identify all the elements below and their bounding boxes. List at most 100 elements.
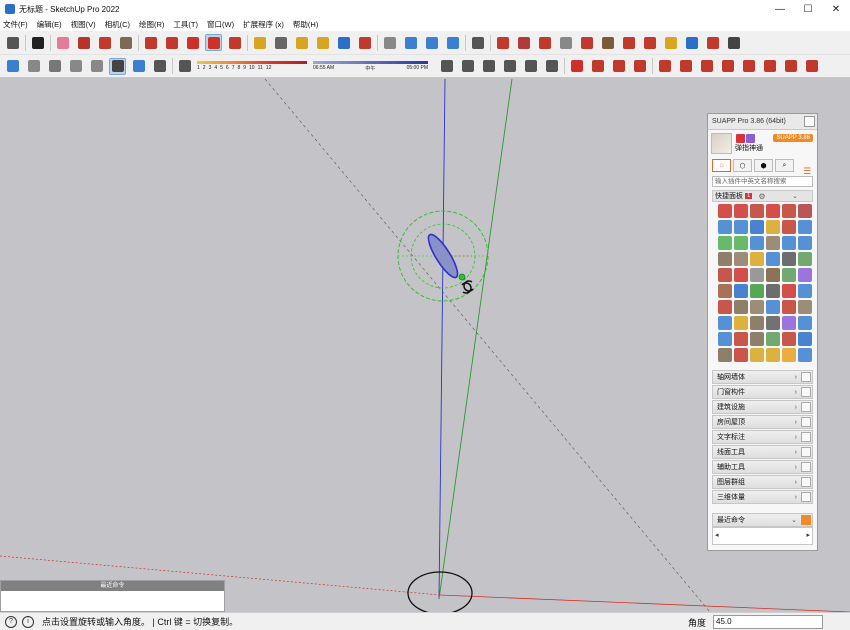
move-icon[interactable]	[184, 34, 201, 51]
chevron-right-icon[interactable]: ›	[795, 389, 797, 396]
menu-tools[interactable]: 工具(T)	[173, 19, 198, 30]
quick-tool-icon[interactable]	[718, 236, 732, 250]
category-pin-icon[interactable]	[801, 477, 811, 487]
plugin-search-input[interactable]: 输入插件中英文名称搜索	[712, 176, 813, 187]
chain-icon[interactable]	[656, 58, 673, 75]
magnet-icon[interactable]	[677, 58, 694, 75]
quick-tool-icon[interactable]	[798, 236, 812, 250]
rotate-icon[interactable]	[205, 34, 222, 51]
menu-view[interactable]: 视图(V)	[71, 19, 96, 30]
quick-tool-icon[interactable]	[734, 236, 748, 250]
quick-tool-icon[interactable]	[718, 268, 732, 282]
drape-icon[interactable]	[444, 34, 461, 51]
quick-tool-icon[interactable]	[798, 284, 812, 298]
quick-tool-icon[interactable]	[766, 252, 780, 266]
quick-tool-icon[interactable]	[750, 300, 764, 314]
category-item[interactable]: 辅助工具 ›	[712, 460, 813, 474]
eraser-icon[interactable]	[54, 34, 71, 51]
quick-tool-icon[interactable]	[750, 252, 764, 266]
quick-tool-icon[interactable]	[798, 348, 812, 362]
category-pin-icon[interactable]	[801, 432, 811, 442]
quick-tool-icon[interactable]	[718, 316, 732, 330]
pencil-icon[interactable]	[75, 34, 92, 51]
quick-panel-header[interactable]: 快捷面板 1 ⚙ ⌄	[712, 190, 813, 202]
plugin-f-icon[interactable]	[803, 58, 820, 75]
category-item[interactable]: 轴网墙体 ›	[712, 370, 813, 384]
measurements-input[interactable]: 45.0	[713, 615, 823, 629]
recent-commands-header[interactable]: 最近命令 ⌄	[712, 513, 813, 527]
category-item[interactable]: 文字标注 ›	[712, 430, 813, 444]
scroll-left-icon[interactable]: ◂	[715, 531, 719, 539]
chevron-right-icon[interactable]: ›	[795, 479, 797, 486]
category-pin-icon[interactable]	[801, 387, 811, 397]
monochrome-icon[interactable]	[130, 58, 147, 75]
left-view-icon[interactable]	[543, 58, 560, 75]
category-item[interactable]: 线面工具 ›	[712, 445, 813, 459]
menu-window[interactable]: 窗口(W)	[207, 19, 234, 30]
quick-tool-icon[interactable]	[766, 300, 780, 314]
plugin-b-icon[interactable]	[719, 58, 736, 75]
quick-tool-icon[interactable]	[782, 332, 796, 346]
category-pin-icon[interactable]	[801, 417, 811, 427]
back-edges-icon[interactable]	[25, 58, 42, 75]
text-icon[interactable]	[272, 34, 289, 51]
quick-tool-icon[interactable]	[734, 268, 748, 282]
quick-tool-icon[interactable]	[798, 204, 812, 218]
category-item[interactable]: 房间屋顶 ›	[712, 415, 813, 429]
push-pull-icon[interactable]	[142, 34, 159, 51]
wireframe-icon[interactable]	[46, 58, 63, 75]
plugin-d-icon[interactable]	[761, 58, 778, 75]
chevron-down-icon[interactable]: ⌄	[791, 516, 797, 524]
category-pin-icon[interactable]	[801, 447, 811, 457]
quick-tool-icon[interactable]	[718, 284, 732, 298]
zoom-extents-icon[interactable]	[356, 34, 373, 51]
close-button[interactable]: ✕	[822, 0, 850, 18]
quick-tool-icon[interactable]	[782, 220, 796, 234]
walk-icon[interactable]	[725, 34, 742, 51]
category-pin-icon[interactable]	[801, 372, 811, 382]
recent-expand-icon[interactable]	[801, 515, 811, 525]
list-icon[interactable]: ☰	[803, 166, 813, 176]
quick-tool-icon[interactable]	[734, 204, 748, 218]
quick-tool-icon[interactable]	[766, 204, 780, 218]
maximize-button[interactable]: ☐	[794, 0, 822, 18]
shadow-time-slider[interactable]: 06:55 AM 中午 05:00 PM	[313, 60, 428, 72]
sandbox-icon[interactable]	[381, 34, 398, 51]
cube-icon[interactable]	[589, 58, 606, 75]
quick-tool-icon[interactable]	[766, 236, 780, 250]
quick-tool-icon[interactable]	[798, 220, 812, 234]
recent-commands-list[interactable]: ◂ ▸	[712, 527, 813, 545]
quick-tool-icon[interactable]	[750, 316, 764, 330]
warehouse-icon[interactable]	[494, 34, 511, 51]
menu-draw[interactable]: 绘图(R)	[139, 19, 164, 30]
user-icon[interactable]	[469, 34, 486, 51]
arc-icon[interactable]	[96, 34, 113, 51]
scroll-right-icon[interactable]: ▸	[806, 531, 810, 539]
quick-tool-icon[interactable]	[798, 252, 812, 266]
tape-measure-icon[interactable]	[251, 34, 268, 51]
shadow-month-scale[interactable]: 1 2 3 4 5 6 7 8 9 10 11 12	[197, 61, 307, 71]
vip-badge-icon[interactable]	[746, 134, 755, 143]
back-view-icon[interactable]	[522, 58, 539, 75]
quick-tool-icon[interactable]	[718, 204, 732, 218]
chevron-right-icon[interactable]: ›	[795, 374, 797, 381]
quick-tool-icon[interactable]	[734, 348, 748, 362]
quick-tool-icon[interactable]	[734, 300, 748, 314]
quick-tool-icon[interactable]	[782, 268, 796, 282]
zoom-icon[interactable]	[4, 34, 21, 51]
quick-tool-icon[interactable]	[798, 300, 812, 314]
extension-icon[interactable]	[515, 34, 532, 51]
suapp-close-button[interactable]	[804, 116, 815, 127]
menu-file[interactable]: 文件(F)	[3, 19, 28, 30]
section-icon[interactable]	[620, 34, 637, 51]
chevron-down-icon[interactable]: ⌄	[792, 192, 798, 200]
plugin-a-icon[interactable]	[698, 58, 715, 75]
quick-tool-icon[interactable]	[750, 284, 764, 298]
avatar[interactable]	[711, 132, 732, 154]
quick-tool-icon[interactable]	[734, 252, 748, 266]
menu-help[interactable]: 帮助(H)	[293, 19, 318, 30]
quick-tool-icon[interactable]	[782, 204, 796, 218]
shadows-toggle-icon[interactable]	[151, 58, 168, 75]
quick-tool-icon[interactable]	[718, 300, 732, 314]
shaded-textures-icon[interactable]	[109, 57, 126, 75]
